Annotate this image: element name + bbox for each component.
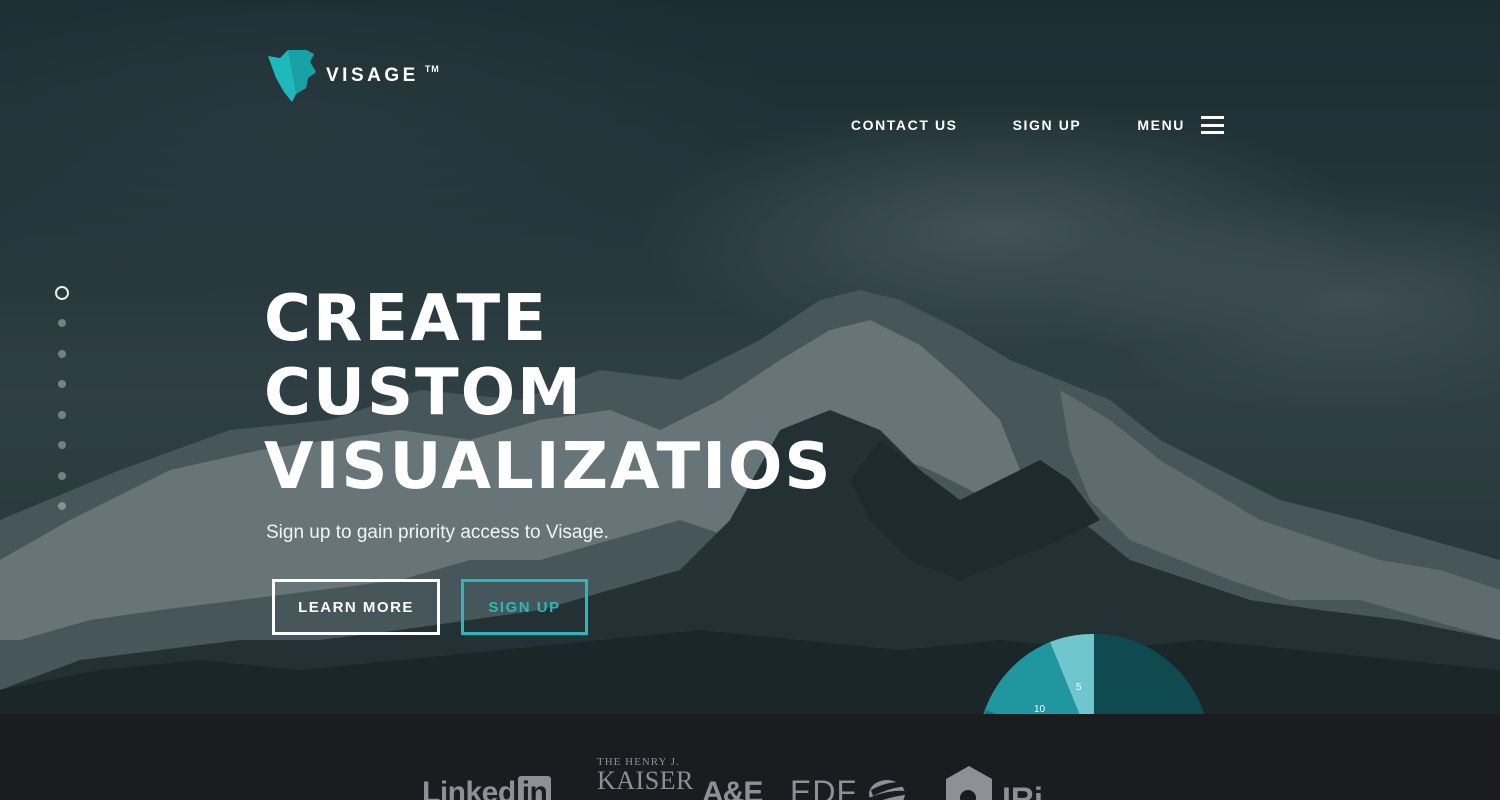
menu-button[interactable]: MENU — [1137, 116, 1224, 134]
ae-logo: A&E — [702, 776, 763, 800]
iri-logo: IRi — [944, 764, 1043, 800]
slide-dot[interactable] — [58, 441, 66, 449]
nav-contact-us-link[interactable]: CONTACT US — [851, 117, 958, 133]
edf-flower-icon — [869, 780, 921, 800]
slide-dot[interactable] — [58, 349, 66, 358]
partners-band: Linked in THE HENRY J. KAISER A&E EDF IR… — [0, 714, 1500, 800]
kaiser-logo-line2: KAISER — [597, 766, 694, 795]
trademark-mark: TM — [424, 64, 440, 74]
slide-dot[interactable] — [58, 319, 66, 327]
pie-label: 10 — [1034, 704, 1046, 714]
hero-subline: Sign up to gain priority access to Visag… — [266, 522, 609, 543]
main-nav: CONTACT US SIGN UP MENU — [851, 116, 1224, 134]
pie-chart-preview: 5 10 — [983, 633, 1205, 714]
hero-sign-up-button[interactable]: SIGN UP — [461, 579, 588, 635]
slide-dot[interactable] — [58, 380, 66, 388]
iri-logo-text: IRi — [1002, 780, 1043, 800]
brand-logo[interactable]: VISAGE TM — [266, 48, 440, 102]
slide-dot[interactable] — [58, 471, 66, 480]
linkedin-logo: Linked in — [422, 776, 552, 800]
edf-logo-text: EDF — [790, 773, 857, 800]
hamburger-icon — [1201, 116, 1224, 134]
slide-dot-active[interactable] — [55, 286, 69, 300]
slide-dot[interactable] — [58, 502, 66, 510]
headline-line: VISUALIZATIOS — [264, 430, 833, 504]
slide-dot[interactable] — [58, 410, 66, 419]
nav-sign-up-link[interactable]: SIGN UP — [1013, 117, 1082, 133]
headline-line: CUSTOM — [264, 356, 583, 430]
pie-slice-large — [1094, 634, 1205, 714]
kaiser-logo: THE HENRY J. KAISER — [597, 756, 694, 796]
menu-label: MENU — [1137, 117, 1185, 133]
learn-more-button[interactable]: LEARN MORE — [272, 579, 440, 635]
pie-label: 5 — [1076, 682, 1082, 693]
hero-headline: CREATE CUSTOM VISUALIZATIOS — [264, 282, 833, 504]
linkedin-logo-text: Linked — [422, 776, 516, 800]
headline-line: CREATE — [264, 282, 548, 356]
slide-pagination — [55, 286, 69, 533]
iri-hexagon-icon — [946, 766, 992, 800]
linkedin-logo-box: in — [517, 776, 552, 800]
edf-logo: EDF — [790, 772, 923, 800]
visage-logo-icon — [268, 50, 316, 102]
brand-name: VISAGE — [326, 65, 419, 86]
